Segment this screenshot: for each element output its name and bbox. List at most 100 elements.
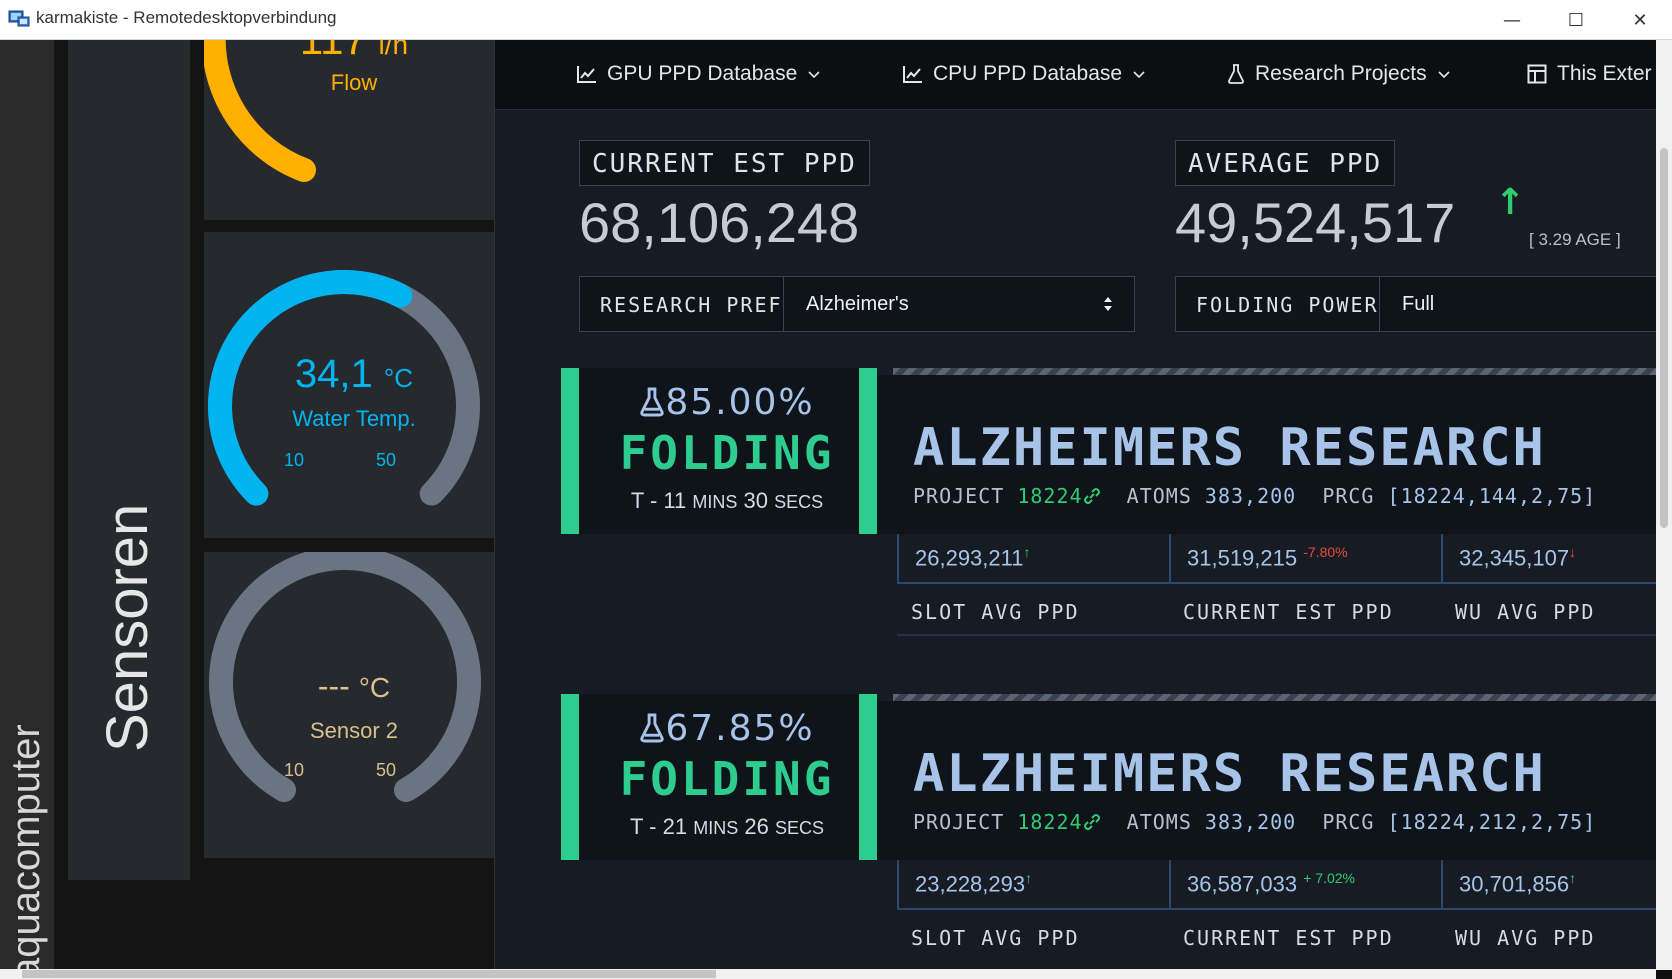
flow-gauge <box>204 40 316 182</box>
slot-progress-value: 67.85% <box>665 708 815 749</box>
slot-bottom-rule <box>897 634 1656 636</box>
water-temp-gauge-card: 34,1 °C Water Temp. 10 50 <box>204 232 494 538</box>
sensor2-min: 10 <box>283 760 305 780</box>
project-link[interactable]: 18224 <box>1017 484 1100 508</box>
flask-icon <box>1228 64 1244 84</box>
nav-cpu-ppd-label: CPU PPD Database <box>933 62 1123 85</box>
slot-progress-stripe <box>893 368 1656 375</box>
sensor2-value: --- °C <box>317 668 391 704</box>
sensoren-tab[interactable] <box>68 40 190 880</box>
wu-avg-ppd-label: WU AVG PPD <box>1455 926 1596 950</box>
slot-avg-ppd: 23,228,293↑ <box>897 860 1169 910</box>
slot-progress: 67.85% <box>579 708 875 749</box>
down-arrow-icon: ↓ <box>1569 544 1577 560</box>
water-temp-value: 34,1 °C <box>294 352 414 396</box>
nav-this-extension[interactable]: This Exter <box>1527 62 1652 86</box>
current-est-ppd-label: CURRENT EST PPD <box>1183 926 1394 950</box>
slot-stats: 26,293,211↑ 31,519,215 -7.80% 32,345,107… <box>897 534 1656 588</box>
water-temp-label: Water Temp. <box>292 406 416 431</box>
flow-label: Flow <box>330 70 378 95</box>
slot-status-box: 67.85% FOLDING T - 21 MINS 26 SECS <box>579 694 875 860</box>
slot-card: 67.85% FOLDING T - 21 MINS 26 SECS ALZHE… <box>561 694 1656 970</box>
chart-line-icon <box>577 66 596 83</box>
wu-avg-ppd: 32,345,107↓ <box>1441 534 1656 584</box>
folding-power-value[interactable]: Full <box>1380 277 1656 331</box>
average-ppd-value: 49,524,517 <box>1175 191 1456 254</box>
vertical-scrollbar-thumb[interactable] <box>1660 148 1668 528</box>
folding-app: GPU PPD Database CPU PPD Database Resear… <box>494 40 1656 970</box>
current-est-ppd-label: CURRENT EST PPD <box>1183 600 1394 624</box>
folding-power-label: FOLDING POWER <box>1176 277 1380 331</box>
top-nav: GPU PPD Database CPU PPD Database Resear… <box>495 40 1656 110</box>
horizontal-scrollbar[interactable] <box>0 969 1656 979</box>
flask-icon <box>640 713 665 743</box>
slot-progress-stripe <box>893 694 1656 701</box>
sensor2-max: 50 <box>375 760 397 780</box>
research-pref-label: RESEARCH PREF <box>580 277 784 331</box>
slot-status: FOLDING <box>619 426 835 480</box>
current-est-ppd-label: CURRENT EST PPD <box>579 140 870 186</box>
nav-gpu-ppd-label: GPU PPD Database <box>607 62 798 85</box>
chevron-down-icon <box>1133 71 1145 79</box>
chart-line-icon <box>903 66 922 83</box>
slot-card: 85.00% FOLDING T - 11 MINS 30 SECS ALZHE… <box>561 368 1656 668</box>
slot-status: FOLDING <box>619 752 835 806</box>
change-down: -7.80% <box>1303 544 1348 560</box>
current-est-ppd: 31,519,215 -7.80% <box>1169 534 1441 584</box>
slot-research-title: ALZHEIMERS RESEARCH <box>913 418 1546 478</box>
up-arrow-icon: ↑ <box>1569 870 1577 886</box>
slot-research-title: ALZHEIMERS RESEARCH <box>913 744 1546 804</box>
slot-status-box: 85.00% FOLDING T - 11 MINS 30 SECS <box>579 368 875 534</box>
research-pref-select[interactable]: RESEARCH PREF Alzheimer's <box>579 276 1135 332</box>
slot-divider-bar <box>859 368 877 534</box>
wu-avg-ppd-label: WU AVG PPD <box>1455 600 1596 624</box>
close-button[interactable]: ✕ <box>1608 0 1672 40</box>
vertical-scrollbar[interactable] <box>1656 40 1672 970</box>
sensor-panel: aquacomputer Sensoren 117 l/h Flow 34,1 … <box>0 40 494 970</box>
flask-icon <box>640 387 665 417</box>
nav-cpu-ppd-database[interactable]: CPU PPD Database <box>903 62 1146 86</box>
nav-this-extension-label: This Exter <box>1557 62 1652 85</box>
slot-avg-ppd-label: SLOT AVG PPD <box>911 926 1080 950</box>
up-arrow-icon: ↑ <box>1025 870 1033 886</box>
water-temp-max: 50 <box>375 450 397 470</box>
maximize-button[interactable]: ☐ <box>1544 0 1608 40</box>
sensoren-tab-label: Sensoren <box>95 503 160 752</box>
slot-time-left: T - 21 MINS 26 SECS <box>630 814 824 839</box>
window-titlebar: karmakiste - Remotedesktopverbindung — ☐… <box>0 0 1672 40</box>
slot-stats: 23,228,293↑ 36,587,033 + 7.02% 30,701,85… <box>897 860 1656 914</box>
chevron-down-icon <box>808 71 820 79</box>
window-icon <box>1527 64 1547 84</box>
folding-power-select[interactable]: FOLDING POWER Full <box>1175 276 1656 332</box>
average-age: [ 3.29 AGE ] <box>1529 230 1621 249</box>
slot-status-bar <box>561 368 579 534</box>
flow-value: 117 l/h <box>300 40 409 63</box>
flow-gauge-card: 117 l/h Flow <box>204 40 494 220</box>
nav-research-projects[interactable]: Research Projects <box>1227 62 1451 86</box>
change-up: + 7.02% <box>1303 870 1355 886</box>
link-icon <box>1083 488 1100 504</box>
nav-research-projects-label: Research Projects <box>1255 62 1427 85</box>
link-icon <box>1083 814 1100 830</box>
current-est-ppd-value: 68,106,248 <box>579 191 860 254</box>
slot-divider-bar <box>859 694 877 860</box>
slot-meta: PROJECT 18224 ATOMS 383,200 PRCG [18224,… <box>913 810 1597 834</box>
slot-avg-ppd-label: SLOT AVG PPD <box>911 600 1080 624</box>
sensor2-gauge-card: --- °C Sensor 2 10 50 <box>204 552 494 858</box>
slot-meta: PROJECT 18224 ATOMS 383,200 PRCG [18224,… <box>913 484 1597 508</box>
slot-avg-ppd: 26,293,211↑ <box>897 534 1169 584</box>
horizontal-scrollbar-thumb[interactable] <box>22 970 716 978</box>
project-link[interactable]: 18224 <box>1017 810 1100 834</box>
minimize-button[interactable]: — <box>1480 0 1544 40</box>
select-arrows-icon <box>1104 297 1112 311</box>
average-up-arrow-icon: ↑ <box>1495 182 1526 223</box>
slot-progress: 85.00% <box>579 382 875 423</box>
wu-avg-ppd: 30,701,856↑ <box>1441 860 1656 910</box>
sensor2-gauge <box>209 552 481 802</box>
up-arrow-icon: ↑ <box>1023 544 1031 560</box>
slot-time-left: T - 11 MINS 30 SECS <box>630 488 824 513</box>
average-ppd-label: AVERAGE PPD <box>1175 140 1396 186</box>
sensor2-label: Sensor 2 <box>309 718 399 743</box>
nav-gpu-ppd-database[interactable]: GPU PPD Database <box>577 62 821 86</box>
research-pref-value[interactable]: Alzheimer's <box>784 277 1134 331</box>
